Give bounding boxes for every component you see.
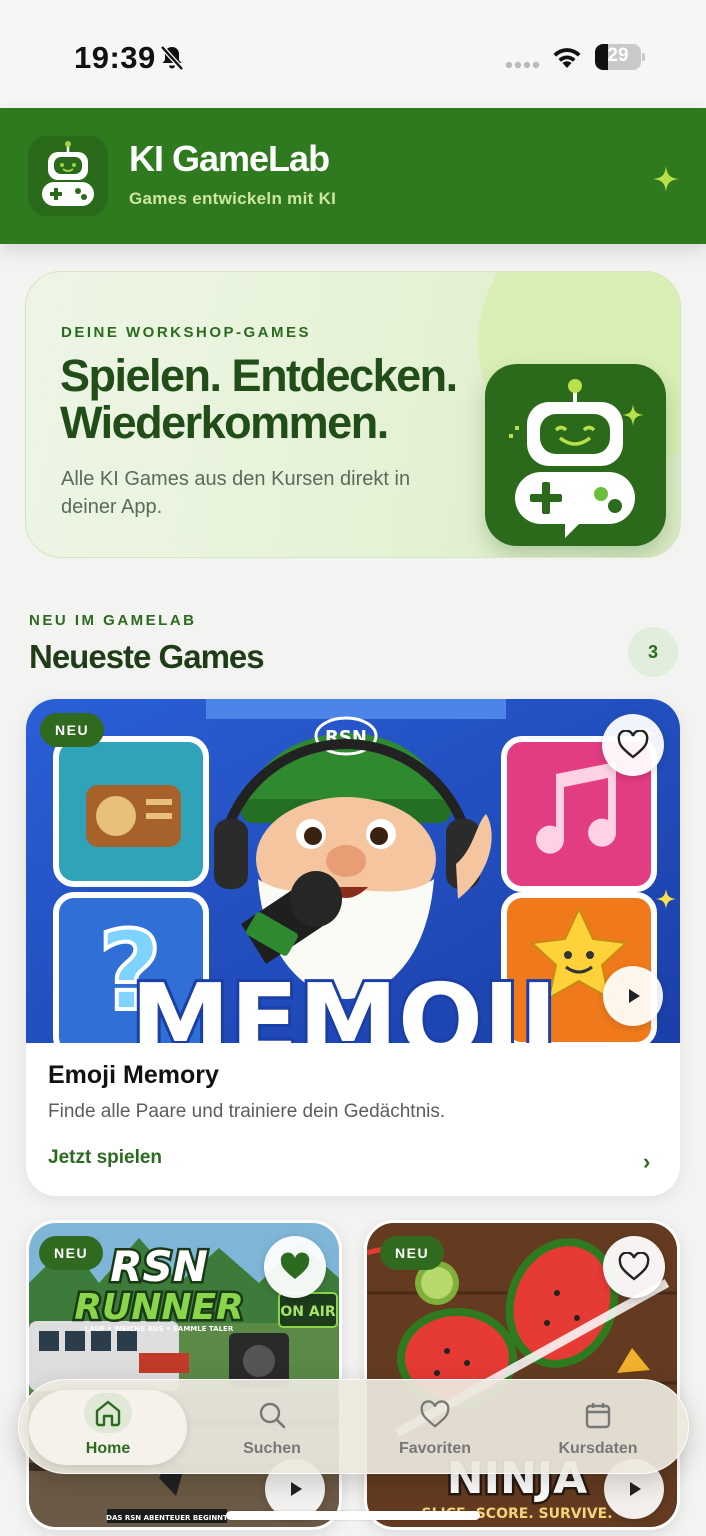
battery-icon: 29 [595,44,645,70]
heart-filled-icon [280,1252,310,1279]
tab-label: Suchen [243,1440,301,1457]
new-badge: NEU [39,1236,104,1270]
search-icon [259,1402,286,1429]
game-card-rsn-runner[interactable]: ON AIR RSN RUNNER LAUF • WEICHE AUS • SA… [26,1220,342,1530]
svg-text:ON AIR: ON AIR [280,1304,336,1320]
favorite-button[interactable] [603,1236,665,1298]
tab-home[interactable]: Home [29,1390,187,1465]
tab-label: Kursdaten [558,1440,638,1457]
hero-robot-badge [485,364,666,546]
svg-text:LAUF • WEICHE AUS • SAMMLE TAL: LAUF • WEICHE AUS • SAMMLE TALER [85,1325,234,1333]
calendar-icon [585,1403,611,1429]
game-card-emoji-memory[interactable]: ? RSN MEMOJI NEU Emoji Memory Finde alle… [26,699,680,1196]
tab-course-dates[interactable]: Kursdaten [519,1390,677,1465]
bottom-tab-bar: Home Suchen Favoriten Kursdaten [18,1379,689,1474]
hero-headline: Spielen. Entdecken. Wiederkommen. [60,350,458,448]
tab-search[interactable]: Suchen [193,1390,351,1465]
status-time: 19:39 [74,40,156,75]
bell-muted-icon [160,45,184,71]
tab-favorites[interactable]: Favoriten [356,1390,514,1465]
game-card-ninja[interactable]: NINJA SLICE. SCORE. SURVIVE. NEU [364,1220,680,1530]
section-title: Neueste Games [29,638,265,675]
tab-label: Favoriten [398,1440,471,1457]
games-count-badge: 3 [628,627,678,677]
svg-text:RUNNER: RUNNER [74,1287,244,1328]
heart-outline-icon [618,1252,650,1281]
hero-banner: DEINE WORKSHOP-GAMES Spielen. Entdecken.… [25,271,681,558]
app-subtitle: Games entwickeln mit KI [129,189,337,208]
tab-label: Home [85,1440,131,1457]
svg-text:RSN: RSN [110,1242,208,1291]
new-badge: NEU [380,1236,445,1270]
hero-eyebrow: DEINE WORKSHOP-GAMES [61,324,312,341]
robot-controller-icon [509,379,644,538]
chevron-right-icon[interactable]: › [643,1149,650,1175]
app-header: KI GameLab Games entwickeln mit KI [0,108,706,244]
section-eyebrow: NEU IM GAMELAB [29,612,197,629]
game-description: Finde alle Paare und trainiere dein Gedä… [48,1101,446,1122]
battery-level: 29 [607,45,629,66]
heart-icon [420,1400,450,1428]
favorite-button[interactable] [602,714,664,776]
game-title: Emoji Memory [48,1061,219,1089]
sparkle-icon [653,166,679,192]
play-button[interactable] [603,966,663,1026]
signal-icon [505,61,540,69]
home-icon [95,1400,121,1427]
hero-description: Alle KI Games aus den Kursen direkt in d… [61,468,411,518]
app-title: KI GameLab [129,138,330,179]
wifi-icon [553,48,581,68]
svg-text:MEMOJI: MEMOJI [131,962,558,1043]
favorite-button[interactable] [264,1236,326,1298]
heart-outline-icon [617,730,649,759]
new-badge: NEU [40,713,105,747]
svg-text:DAS RSN ABENTEUER BEGINNT: DAS RSN ABENTEUER BEGINNT [106,1514,228,1522]
app-logo [28,136,108,216]
status-bar: 19:39 29 [0,0,706,108]
robot-controller-icon [42,141,94,206]
home-indicator[interactable] [226,1511,480,1520]
play-now-link[interactable]: Jetzt spielen [48,1147,162,1169]
game-artwork-memoji: ? RSN MEMOJI [26,699,680,1043]
